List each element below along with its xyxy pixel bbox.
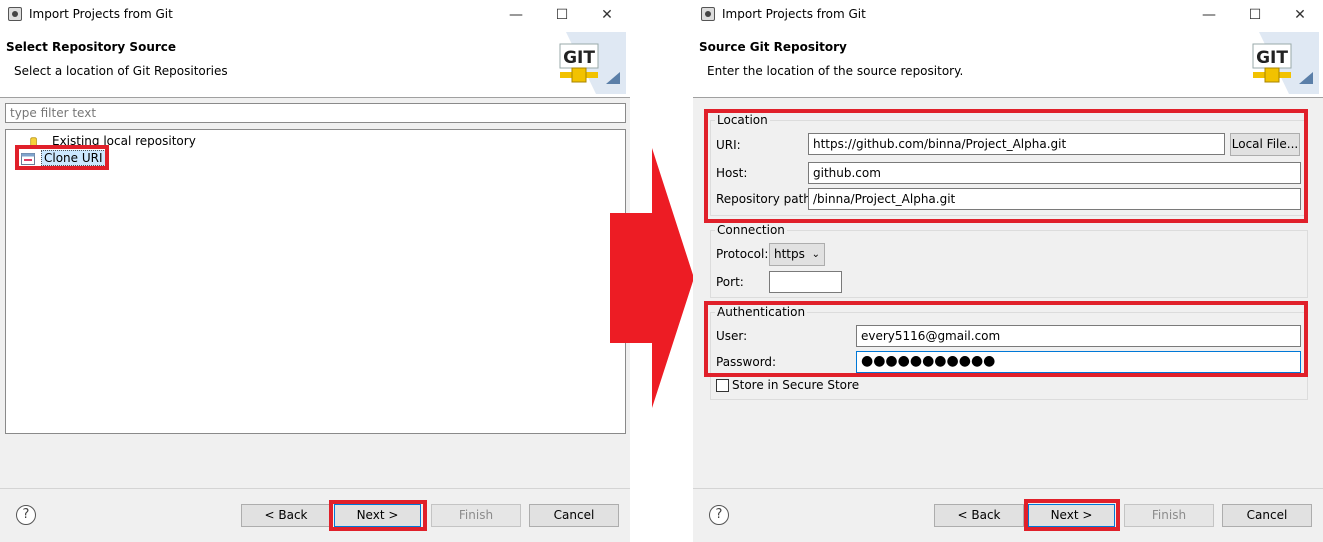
port-label: Port: — [716, 275, 744, 289]
minimize-icon[interactable]: — — [1194, 4, 1224, 26]
page-title: Source Git Repository — [699, 40, 847, 54]
title-bar: Import Projects from Git — ☐ ✕ — [693, 0, 1323, 30]
git-logo-text: GIT — [1256, 48, 1288, 68]
protocol-select[interactable]: https ⌄ — [769, 243, 825, 266]
back-button[interactable]: < Back — [934, 504, 1024, 527]
git-logo-icon: GIT — [1252, 32, 1319, 94]
right-arrow-icon — [610, 148, 694, 408]
window-title: Import Projects from Git — [29, 7, 173, 21]
eclipse-app-icon — [701, 7, 715, 21]
window-title: Import Projects from Git — [722, 7, 866, 21]
help-icon[interactable]: ? — [709, 505, 729, 525]
connection-legend: Connection — [715, 223, 787, 237]
eclipse-app-icon — [8, 7, 22, 21]
back-button[interactable]: < Back — [241, 504, 331, 527]
page-description: Select a location of Git Repositories — [14, 64, 228, 78]
repository-source-tree: Existing local repository Clone URI — [5, 129, 626, 434]
highlight-box — [704, 301, 1308, 377]
maximize-icon[interactable]: ☐ — [547, 4, 577, 26]
highlight-box — [1024, 499, 1120, 531]
footer-divider — [0, 488, 630, 489]
git-logo-icon: GIT — [559, 32, 626, 94]
highlight-box — [704, 109, 1308, 223]
title-bar: Import Projects from Git — ☐ ✕ — [0, 0, 630, 30]
cancel-button[interactable]: Cancel — [1222, 504, 1312, 527]
left-dialog: Import Projects from Git — ☐ ✕ Select Re… — [0, 0, 630, 542]
page-description: Enter the location of the source reposit… — [707, 64, 964, 78]
highlight-box — [329, 500, 427, 531]
finish-button[interactable]: Finish — [431, 504, 521, 527]
chevron-down-icon: ⌄ — [811, 249, 820, 260]
maximize-icon[interactable]: ☐ — [1240, 4, 1270, 26]
port-input[interactable] — [769, 271, 842, 293]
git-logo-text: GIT — [563, 48, 595, 68]
filter-input[interactable]: type filter text — [5, 103, 626, 123]
right-dialog: Import Projects from Git — ☐ ✕ Source Gi… — [693, 0, 1323, 542]
store-secure-checkbox[interactable] — [716, 379, 729, 392]
protocol-label: Protocol: — [716, 247, 769, 261]
footer-divider — [693, 488, 1323, 489]
close-icon[interactable]: ✕ — [592, 4, 622, 26]
minimize-icon[interactable]: — — [501, 4, 531, 26]
store-secure-label: Store in Secure Store — [732, 378, 860, 392]
page-title: Select Repository Source — [6, 40, 177, 54]
highlight-box — [15, 145, 109, 170]
protocol-value: https — [774, 247, 805, 261]
finish-button[interactable]: Finish — [1124, 504, 1214, 527]
help-icon[interactable]: ? — [16, 505, 36, 525]
wizard-header: Select Repository Source Select a locati… — [0, 30, 630, 98]
wizard-header: Source Git Repository Enter the location… — [693, 30, 1323, 98]
cancel-button[interactable]: Cancel — [529, 504, 619, 527]
close-icon[interactable]: ✕ — [1285, 4, 1315, 26]
